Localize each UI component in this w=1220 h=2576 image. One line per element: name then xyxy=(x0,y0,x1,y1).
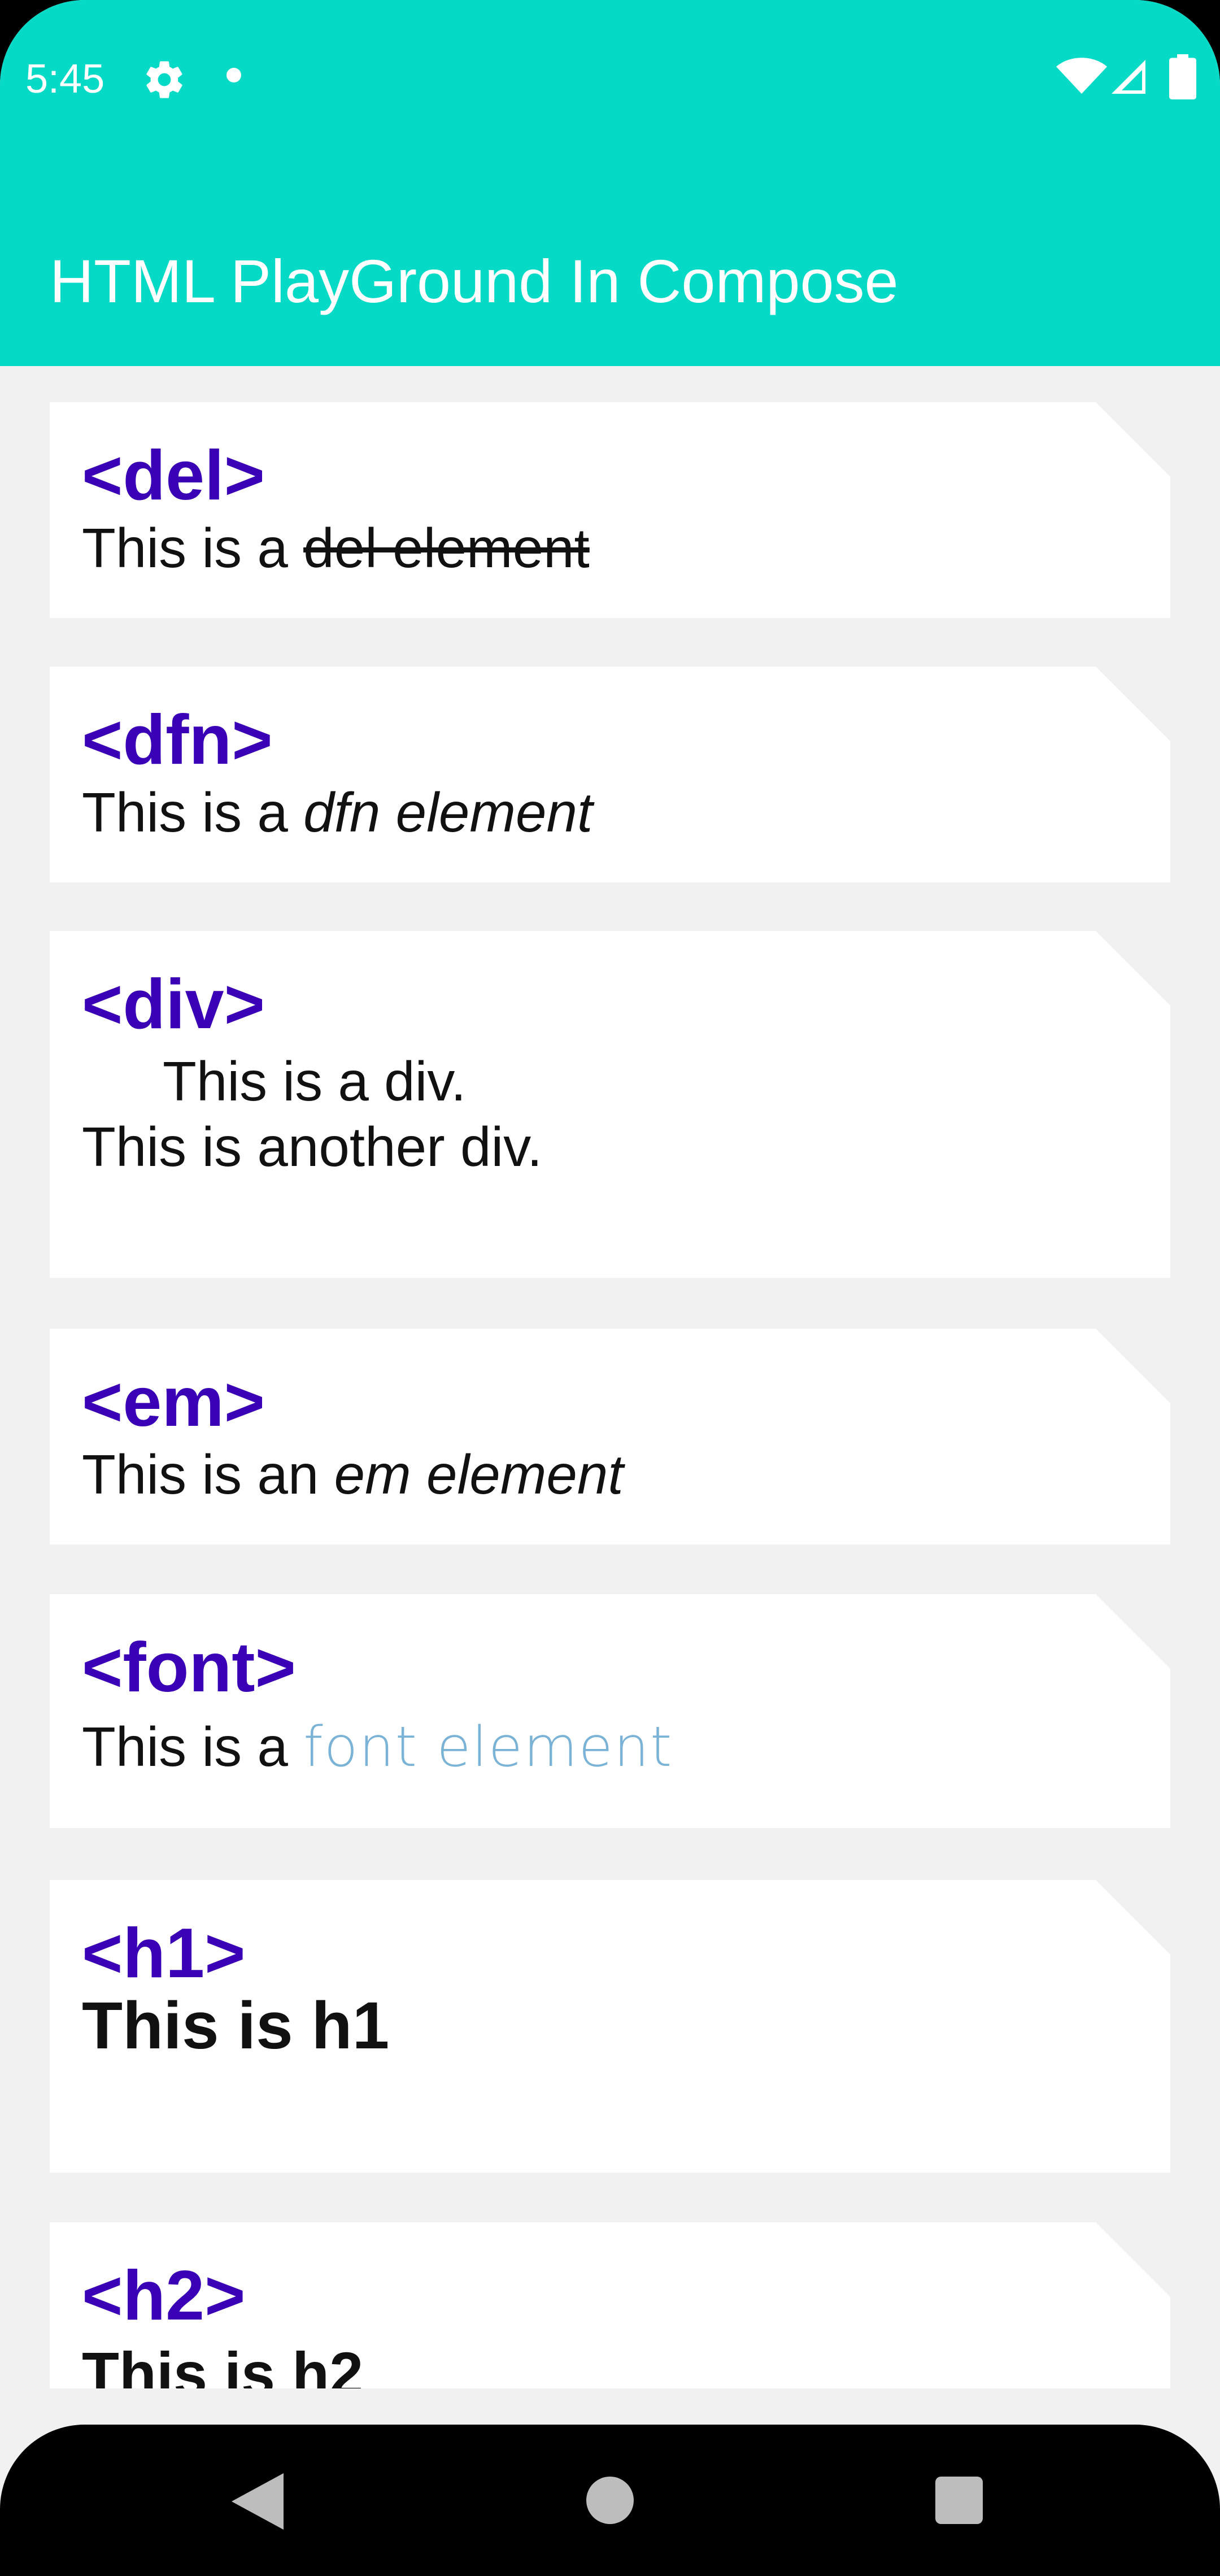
gear-icon xyxy=(146,61,182,98)
top-app-bar: 5:45 HTML PlayGround In Compose xyxy=(0,0,1220,366)
card-tag: <dfn> xyxy=(82,701,273,779)
card-text-prefix: This is an xyxy=(82,1443,334,1505)
card-text-prefix: This is a xyxy=(82,517,304,579)
card-body: This is a font element xyxy=(82,1714,673,1780)
device-screen: 5:45 HTML PlayGround In Compose <del> Th… xyxy=(0,0,1220,2576)
nav-bar-gap xyxy=(0,2388,1220,2430)
card-em[interactable]: <em> This is an em element xyxy=(50,1329,1170,1544)
card-del[interactable]: <del> This is a del element xyxy=(50,402,1170,618)
card-dfn[interactable]: <dfn> This is a dfn element xyxy=(50,667,1170,882)
status-bar: 5:45 xyxy=(0,0,1220,153)
card-div[interactable]: <div> This is a div. This is another div… xyxy=(50,931,1170,1278)
card-text-prefix: This is a xyxy=(82,781,304,843)
card-body: This is an em element xyxy=(82,1442,624,1507)
card-text-line2: This is another div. xyxy=(82,1116,543,1178)
battery-icon xyxy=(1169,54,1196,99)
card-body: This is a dfn element xyxy=(82,780,592,845)
card-text-styled: em element xyxy=(334,1443,624,1505)
card-tag: <del> xyxy=(82,437,265,515)
card-font[interactable]: <font> This is a font element xyxy=(50,1594,1170,1828)
signal-icon xyxy=(1112,60,1145,94)
status-time: 5:45 xyxy=(25,56,105,102)
card-tag: <h1> xyxy=(82,1914,246,1992)
notification-dot-icon xyxy=(226,68,241,82)
home-icon[interactable] xyxy=(586,2477,634,2524)
back-icon[interactable] xyxy=(232,2473,284,2530)
card-text-line1: This is a div. xyxy=(163,1050,467,1112)
wifi-icon xyxy=(1056,58,1107,94)
card-body: This is a del element xyxy=(82,515,590,581)
card-tag: <div> xyxy=(82,965,265,1043)
card-text-h2: This is h2 xyxy=(82,2339,364,2388)
card-h2[interactable]: <h2> This is h2 xyxy=(50,2222,1170,2388)
card-h1[interactable]: <h1> This is h1 xyxy=(50,1880,1170,2173)
card-text-h1: This is h1 xyxy=(82,1988,390,2063)
recents-icon[interactable] xyxy=(935,2477,983,2524)
app-title: HTML PlayGround In Compose xyxy=(50,247,899,315)
card-text-styled: dfn element xyxy=(303,781,593,843)
card-tag: <font> xyxy=(82,1629,296,1707)
card-text-prefix: This is a xyxy=(82,1716,304,1778)
card-text-styled: del element xyxy=(303,517,590,579)
element-list[interactable]: <del> This is a del element <dfn> This i… xyxy=(0,366,1220,2388)
card-text-styled: font element xyxy=(303,1715,673,1779)
card-tag: <em> xyxy=(82,1363,265,1441)
card-tag: <h2> xyxy=(82,2257,246,2335)
